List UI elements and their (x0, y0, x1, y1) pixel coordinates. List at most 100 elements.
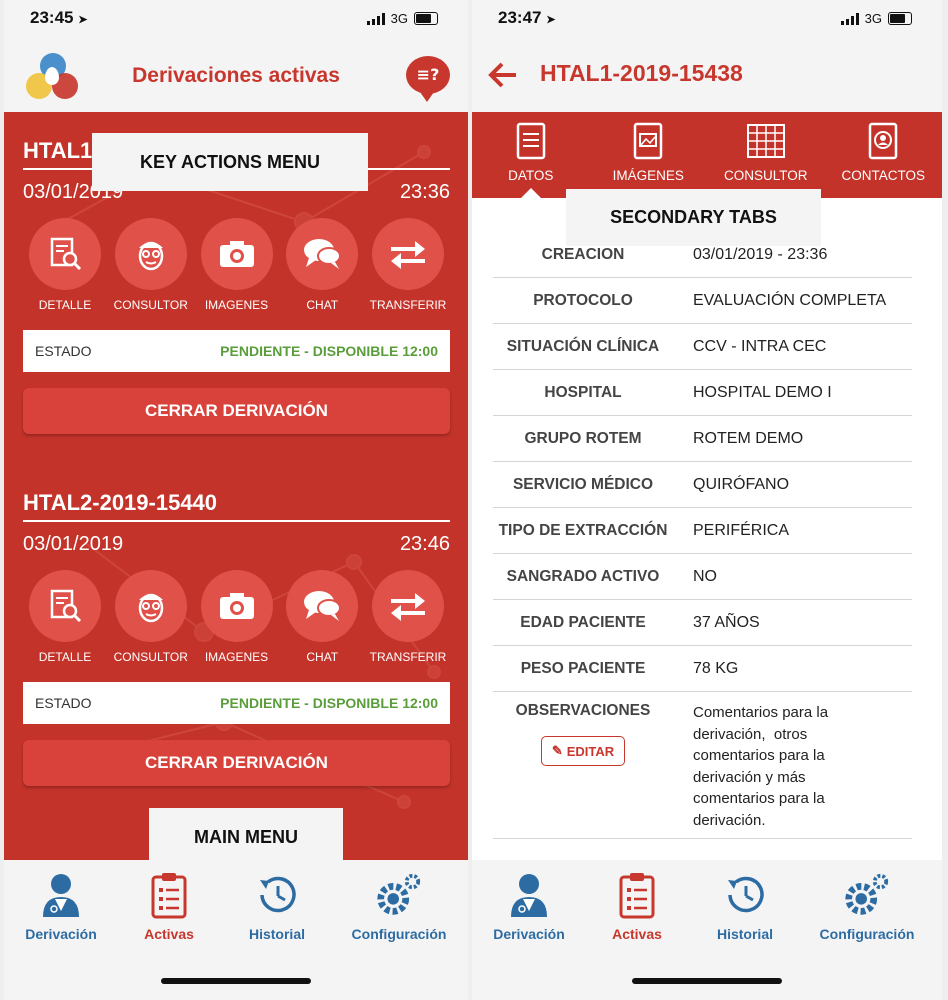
tab-consultor[interactable]: CONSULTOR (707, 112, 825, 198)
status-row: ESTADO PENDIENTE - DISPONIBLE 12:00 (23, 682, 450, 724)
referral-time: 23:46 (399, 533, 450, 555)
contact-card-icon (869, 122, 898, 160)
consultant-action[interactable]: CONSULTOR (109, 570, 193, 664)
detail-value: HOSPITAL DEMO I (693, 383, 832, 401)
detail-label: SITUACIÓN CLÍNICA (506, 337, 660, 355)
observations-block: OBSERVACIONES ✎ EDITAR (493, 702, 681, 766)
observation-line: comentarios para la (693, 747, 825, 764)
main-menu: Derivación Activas Historial Configuraci… (4, 860, 468, 1000)
consultant-action[interactable]: CONSULTOR (109, 218, 193, 312)
active-referrals-screen: 23:45 ➤ 3G Derivaciones activas ≡? HTAL1… (4, 0, 468, 1000)
status-label: ESTADO (35, 343, 92, 359)
nav-historial[interactable]: Historial (690, 870, 800, 942)
detail-row-protocolo: PROTOCOLO EVALUACIÓN COMPLETA (493, 278, 912, 324)
detail-value: NO (693, 567, 717, 585)
detail-value: ROTEM DEMO (693, 429, 804, 447)
home-indicator[interactable] (632, 978, 782, 984)
action-label: CHAT (306, 650, 339, 664)
nav-activas[interactable]: Activas (582, 870, 692, 942)
history-clock-icon (260, 876, 296, 913)
detail-label: TIPO DE EXTRACCIÓN (498, 521, 668, 539)
transfer-arrows-icon (391, 241, 425, 269)
signal-icon (366, 12, 385, 25)
location-arrow-icon: ➤ (78, 14, 88, 26)
nav-configuracion[interactable]: Configuración (344, 870, 454, 942)
active-tab-indicator (520, 188, 541, 198)
action-label: IMAGENES (204, 650, 269, 664)
chat-bubble-icon (304, 239, 342, 269)
settings-gears-icon (377, 873, 421, 915)
location-arrow-icon: ➤ (546, 14, 556, 26)
main-menu-callout: MAIN MENU (149, 808, 343, 866)
referral-card: HTAL2-2019-15440 03/01/2019 23:46 DETALL… (23, 490, 450, 786)
doctor-icon (511, 874, 547, 917)
nav-label: Activas (144, 926, 194, 942)
document-search-icon (50, 589, 82, 623)
detail-row-peso: PESO PACIENTE 78 KG (493, 646, 912, 692)
tab-imagenes[interactable]: IMÁGENES (590, 112, 708, 198)
edit-observations-button[interactable]: ✎ EDITAR (540, 736, 626, 766)
observation-line: derivación y más (693, 768, 806, 786)
consultant-face-icon (138, 241, 163, 271)
nav-configuracion[interactable]: Configuración (812, 870, 922, 942)
transfer-action[interactable]: TRANSFERIR (366, 570, 450, 664)
tab-label: IMÁGENES (612, 168, 684, 183)
action-label: CHAT (306, 298, 339, 312)
status-row: ESTADO PENDIENTE - DISPONIBLE 12:00 (23, 330, 450, 372)
nav-derivacion[interactable]: Derivación (474, 870, 584, 942)
detail-value: 03/01/2019 - 23:36 (693, 245, 828, 263)
referral-details-table: CREACION 03/01/2019 - 23:36 PROTOCOLO EVAL… (493, 232, 912, 839)
images-icon (634, 122, 663, 160)
chat-action[interactable]: CHAT (280, 218, 364, 312)
clipboard-icon (619, 873, 655, 919)
page-title: HTAL1-2019-15438 (540, 60, 743, 86)
action-label: TRANSFERIR (369, 298, 447, 312)
close-referral-button[interactable]: CERRAR DERIVACIÓN (23, 740, 450, 786)
detail-label: CREACION (541, 245, 625, 263)
transfer-action[interactable]: TRANSFERIR (366, 218, 450, 312)
detail-label: PESO PACIENTE (520, 659, 646, 677)
detail-label: SERVICIO MÉDICO (512, 475, 654, 493)
action-label: DETALLE (38, 650, 92, 664)
images-action[interactable]: IMAGENES (195, 218, 279, 312)
detail-action[interactable]: DETALLE (23, 570, 107, 664)
referral-detail-screen: 23:47 ➤ 3G HTAL1-2019-15438 DATOS IMÁGEN… (472, 0, 942, 1000)
detail-label: EDAD PACIENTE (520, 613, 646, 631)
network-type: 3G (390, 11, 408, 26)
observation-line: Comentarios para la (693, 704, 829, 721)
detail-row-edad: EDAD PACIENTE 37 AÑOS (493, 600, 912, 646)
help-chat-icon[interactable]: ≡? (406, 56, 450, 102)
referral-code[interactable]: HTAL2-2019-15440 (23, 490, 450, 522)
pencil-icon: ✎ (551, 743, 563, 758)
consultant-face-icon (138, 593, 163, 623)
detail-row-sangrado: SANGRADO ACTIVO NO (493, 554, 912, 600)
back-arrow-icon[interactable] (486, 58, 520, 92)
images-action[interactable]: IMAGENES (195, 570, 279, 664)
nav-historial[interactable]: Historial (222, 870, 332, 942)
signal-icon (840, 12, 859, 25)
action-label: CONSULTOR (113, 650, 188, 664)
history-clock-icon (728, 876, 764, 913)
key-actions-menu: DETALLE CONSULTOR IMAGENES CHAT TRANSFER… (23, 570, 450, 664)
detail-value: 37 AÑOS (693, 613, 760, 631)
clock-text: 23:47 (498, 8, 542, 27)
tab-label: CONTACTOS (841, 168, 925, 183)
doctor-icon (43, 874, 79, 917)
detail-label: PROTOCOLO (533, 291, 633, 309)
settings-gears-icon (845, 873, 889, 915)
chat-action[interactable]: CHAT (280, 570, 364, 664)
detail-action[interactable]: DETALLE (23, 218, 107, 312)
tab-datos[interactable]: DATOS (472, 112, 590, 198)
action-label: TRANSFERIR (369, 650, 447, 664)
tab-contactos[interactable]: CONTACTOS (825, 112, 943, 198)
detail-value: EVALUACIÓN COMPLETA (693, 291, 887, 309)
nav-activas[interactable]: Activas (114, 870, 224, 942)
close-referral-button[interactable]: CERRAR DERIVACIÓN (23, 388, 450, 434)
nav-label: Derivación (25, 926, 97, 942)
action-label: DETALLE (38, 298, 92, 312)
home-indicator[interactable] (161, 978, 311, 984)
detail-label: OBSERVACIONES (515, 702, 651, 719)
calendar-grid-icon (746, 124, 785, 158)
observation-line: comentarios para la (693, 790, 825, 807)
nav-derivacion[interactable]: Derivación (6, 870, 116, 942)
